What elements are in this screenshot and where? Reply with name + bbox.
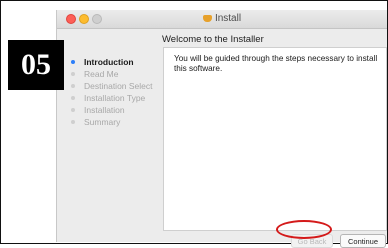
- sidebar-item-summary: Summary: [71, 116, 153, 128]
- sidebar-item-label: Introduction: [84, 57, 134, 67]
- sidebar-item-label: Read Me: [84, 69, 119, 79]
- window-title: Install: [57, 13, 387, 24]
- window-title-text: Install: [214, 13, 242, 24]
- welcome-message: You will be guided through the steps nec…: [174, 54, 378, 73]
- sidebar-item-installation-type: Installation Type: [71, 92, 153, 104]
- content-pane: You will be guided through the steps nec…: [163, 47, 387, 231]
- installer-steps-sidebar: Introduction Read Me Destination Select …: [71, 56, 153, 128]
- sidebar-item-label: Destination Select: [84, 81, 153, 91]
- step-bullet-icon: [71, 72, 75, 76]
- package-icon: [202, 15, 212, 22]
- step-number-badge: 05: [8, 40, 64, 90]
- step-bullet-icon: [71, 96, 75, 100]
- sidebar-item-label: Installation Type: [84, 93, 146, 103]
- title-bar[interactable]: Install: [57, 10, 387, 29]
- sidebar-item-label: Summary: [84, 117, 121, 127]
- installer-window: Install Welcome to the Installer Introdu…: [56, 10, 387, 248]
- sidebar-item-installation: Installation: [71, 104, 153, 116]
- sidebar-item-label: Installation: [84, 105, 125, 115]
- page-heading: Welcome to the Installer: [162, 34, 264, 45]
- step-bullet-icon: [71, 120, 75, 124]
- sidebar-item-destination-select: Destination Select: [71, 80, 153, 92]
- continue-button[interactable]: Continue: [340, 234, 386, 248]
- sidebar-item-read-me: Read Me: [71, 68, 153, 80]
- sidebar-item-introduction: Introduction: [71, 56, 153, 68]
- step-bullet-icon: [71, 84, 75, 88]
- active-step-bullet-icon: [71, 60, 75, 64]
- step-bullet-icon: [71, 108, 75, 112]
- continue-highlight-circle: [276, 220, 332, 239]
